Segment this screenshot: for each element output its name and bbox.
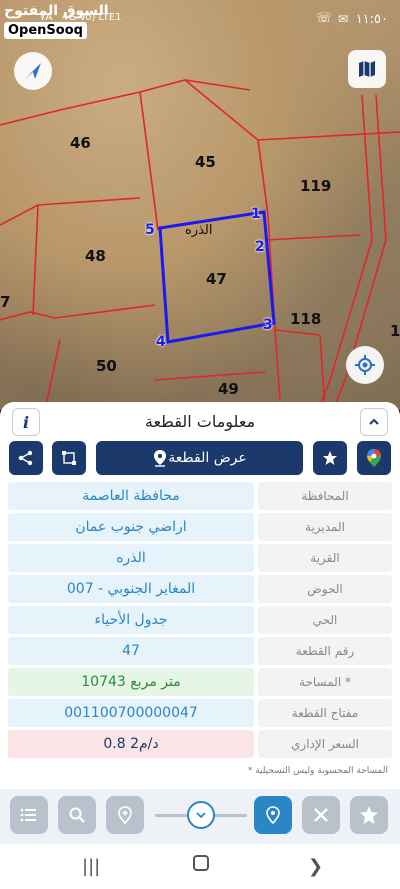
village-map-label: الذره <box>185 223 213 238</box>
back-icon[interactable]: ❯ <box>308 856 323 877</box>
price-label: السعر الإداري <box>258 730 392 758</box>
collapse-button[interactable] <box>360 408 388 436</box>
info-row-directorate: اراضي جنوب عمان المديرية <box>8 513 392 541</box>
parcel-key-value: 001100700000047 <box>8 699 254 727</box>
share-icon <box>18 450 33 466</box>
measure-tool-button[interactable] <box>302 796 340 834</box>
governorate-value: محافظة العاصمة <box>8 482 254 510</box>
corner-marker: 2 <box>255 239 265 255</box>
parcel-label: 49 <box>218 380 239 398</box>
search-icon <box>69 807 85 823</box>
google-maps-icon <box>367 449 381 467</box>
map-layers-button[interactable] <box>348 50 386 88</box>
directorate-label: المديرية <box>258 513 392 541</box>
bottom-toolbar <box>0 789 400 844</box>
star-icon <box>323 451 337 465</box>
parcel-label: 45 <box>195 153 216 171</box>
info-row-parcel-key: 001100700000047 مفتاح القطعة <box>8 699 392 727</box>
system-nav-bar: ||| ❯ <box>0 844 400 889</box>
sheet-title: معلومات القطعة <box>144 412 256 431</box>
basin-label: الحوض <box>258 575 392 603</box>
whatsapp-icon: ☏ <box>315 11 332 26</box>
info-row-village: الذره القرية <box>8 544 392 572</box>
parcel-label: 1 <box>390 322 400 340</box>
add-location-button[interactable] <box>106 796 144 834</box>
info-row-parcel-number: 47 رقم القطعة <box>8 637 392 665</box>
governorate-label: المحافظة <box>258 482 392 510</box>
slider-handle[interactable] <box>187 801 215 829</box>
location-pin-icon <box>154 450 166 467</box>
chat-icon: ✉ <box>337 12 348 26</box>
brand-latin: OpenSooq <box>4 22 87 39</box>
village-value: الذره <box>8 544 254 572</box>
pin-plus-icon <box>118 806 132 825</box>
parcel-number-label: رقم القطعة <box>258 637 392 665</box>
info-row-basin: المغاير الجنوبي - 007 الحوض <box>8 575 392 603</box>
show-parcel-button[interactable]: عرض القطعة <box>96 441 303 475</box>
corner-marker: 1 <box>251 206 261 222</box>
tools-icon <box>314 808 328 822</box>
parcel-label: 47 <box>206 270 227 288</box>
info-row-area: 10743 متر مربع المساحة * <box>8 668 392 696</box>
map-icon <box>359 61 375 77</box>
parcel-label: 50 <box>96 357 117 375</box>
list-button[interactable] <box>10 796 48 834</box>
area-label: المساحة * <box>258 668 392 696</box>
favorites-button[interactable] <box>350 796 388 834</box>
list-icon <box>20 808 36 822</box>
home-icon[interactable] <box>193 855 209 871</box>
search-button[interactable] <box>58 796 96 834</box>
chevron-up-icon <box>369 418 379 425</box>
area-footnote: * المساحة المحسوبة وليس التسجيلية <box>247 766 388 776</box>
locate-icon <box>355 355 375 375</box>
directorate-value: اراضي جنوب عمان <box>8 513 254 541</box>
info-row-price: 0.8 د/م2 السعر الإداري <box>8 730 392 758</box>
polygon-icon <box>62 451 76 465</box>
price-value: 0.8 د/م2 <box>8 730 254 758</box>
parcel-label: 46 <box>70 134 91 152</box>
parcel-label: 118 <box>290 310 322 328</box>
brand-arabic: السوق المفتوح <box>4 3 109 19</box>
parcel-label: 7 <box>0 293 11 311</box>
recent-apps-icon[interactable]: ||| <box>82 856 100 877</box>
status-time: ١١:٥٠ <box>355 12 388 27</box>
parcel-label: 48 <box>85 247 106 265</box>
satellite-map[interactable]: 46 45 119 48 47 118 50 49 7 1 الذره 1 2 … <box>0 0 400 410</box>
corner-marker: 5 <box>145 222 155 238</box>
district-label: الحي <box>258 606 392 634</box>
info-row-district: جدول الأحياء الحي <box>8 606 392 634</box>
star-icon <box>360 806 378 824</box>
opensooq-watermark: السوق المفتوح OpenSooq <box>4 4 109 39</box>
village-label: القرية <box>258 544 392 572</box>
parcel-shape-button[interactable] <box>52 441 86 475</box>
google-maps-button[interactable] <box>357 441 391 475</box>
compass-button[interactable] <box>14 52 52 90</box>
basin-value: المغاير الجنوبي - 007 <box>8 575 254 603</box>
corner-marker: 4 <box>156 334 166 350</box>
location-button[interactable] <box>254 796 292 834</box>
parcel-label: 119 <box>300 177 332 195</box>
chevron-down-icon <box>196 812 206 819</box>
my-location-button[interactable] <box>346 346 384 384</box>
corner-marker: 3 <box>263 317 273 333</box>
show-parcel-label: عرض القطعة <box>168 450 247 466</box>
parcel-number-value: 47 <box>8 637 254 665</box>
parcel-key-label: مفتاح القطعة <box>258 699 392 727</box>
parcel-lines <box>0 79 400 410</box>
district-value: جدول الأحياء <box>8 606 254 634</box>
share-button[interactable] <box>9 441 43 475</box>
info-row-governorate: محافظة العاصمة المحافظة <box>8 482 392 510</box>
favorite-button[interactable] <box>313 441 347 475</box>
area-value: 10743 متر مربع <box>8 668 254 696</box>
location-pin-icon <box>266 806 280 825</box>
compass-icon <box>25 63 41 79</box>
